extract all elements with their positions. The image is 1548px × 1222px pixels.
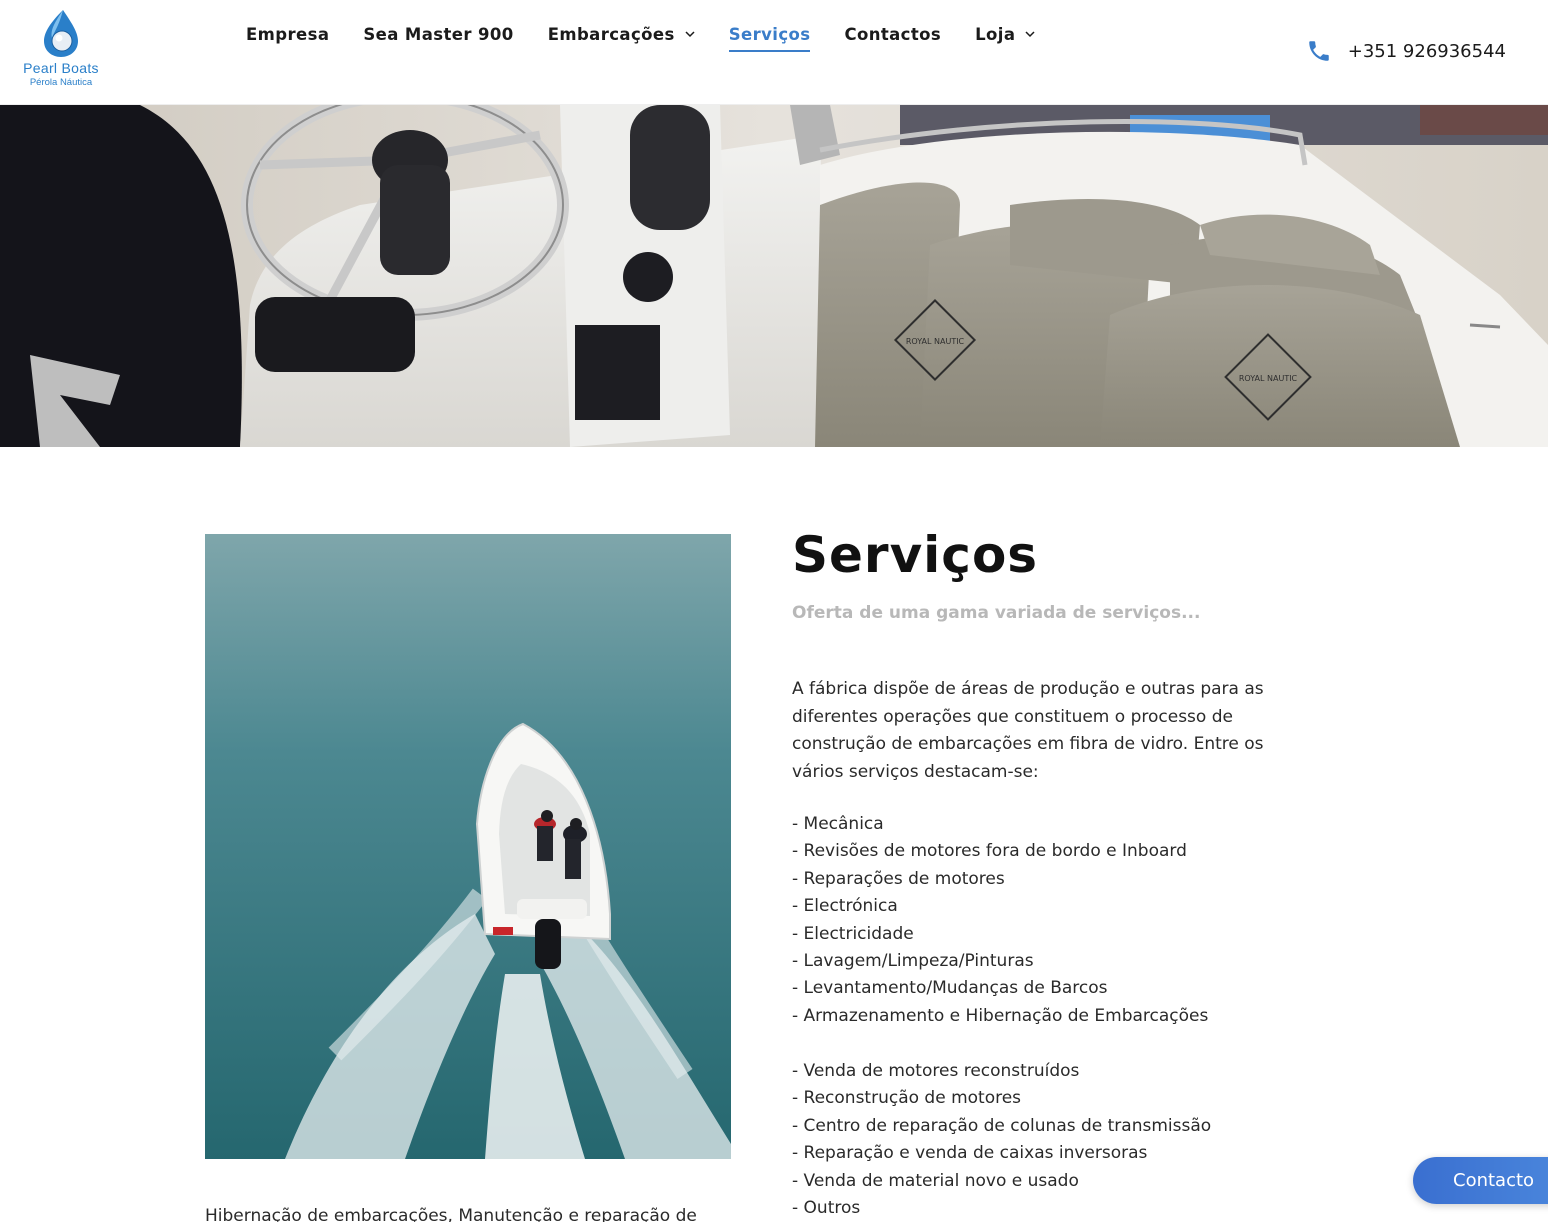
list-item: - Venda de material novo e usado (792, 1170, 1079, 1191)
list-item: - Venda de motores reconstruídos (792, 1061, 1080, 1081)
site-header: Pearl Boats Pérola Náutica Empresa Sea M… (0, 0, 1548, 105)
image-caption-text: Hibernação de embarcações, Manutenção e … (205, 1206, 697, 1222)
nav-item-loja[interactable]: Loja (975, 20, 1035, 48)
nav-item-label: Empresa (246, 24, 330, 44)
nav-item-label: Contactos (844, 24, 942, 44)
services-list-secondary: - Venda de motores reconstruídos - Recon… (792, 1058, 1211, 1222)
pearl-drop-icon (44, 10, 78, 57)
chevron-down-icon (685, 31, 695, 38)
main-nav: Empresa Sea Master 900 Embarcações Servi… (246, 20, 1069, 52)
list-item: - Mecânica (792, 814, 884, 834)
intro-paragraph: A fábrica dispõe de áreas de produção e … (792, 679, 1264, 782)
list-item: - Electricidade (792, 923, 914, 944)
list-item: - Reparação e venda de caixas inversoras (792, 1143, 1148, 1164)
logo-name: Pearl Boats (23, 60, 99, 76)
contact-button[interactable]: Contacto (1413, 1157, 1548, 1204)
nav-item-servicos[interactable]: Serviços (728, 20, 811, 52)
logo-tagline: Pérola Náutica (29, 77, 93, 88)
page-subtitle: Oferta de uma gama variada de serviços..… (792, 603, 1201, 623)
hero-boat-image: ROYAL NAUTIC ROYAL NAUTIC (0, 105, 1548, 447)
seat-logo-text: ROYAL NAUTIC (906, 337, 965, 346)
list-item: - Revisões de motores fora de bordo e In… (792, 841, 1187, 862)
page-title: Serviços (792, 526, 1039, 584)
nav-item-label: Serviços (728, 24, 811, 44)
list-item: - Levantamento/Mudanças de Barcos (792, 978, 1108, 999)
chevron-down-icon (1025, 31, 1035, 38)
list-item: - Armazenamento e Hibernação de Embarcaç… (792, 1005, 1209, 1026)
list-item: - Reparações de motores (792, 868, 1005, 889)
hero-banner: ROYAL NAUTIC ROYAL NAUTIC (0, 105, 1548, 447)
site-logo[interactable]: Pearl Boats Pérola Náutica (18, 8, 104, 92)
contact-button-label: Contacto (1453, 1170, 1535, 1191)
aerial-boat-image (205, 534, 731, 1159)
list-item: - Outros (792, 1198, 861, 1219)
list-item: - Reconstrução de motores (792, 1088, 1022, 1109)
nav-item-empresa[interactable]: Empresa (246, 20, 329, 48)
services-list-primary: - Mecânica - Revisões de motores fora de… (792, 811, 1208, 1030)
nav-item-label: Sea Master 900 (363, 24, 514, 44)
phone-number: +351 926936544 (1347, 40, 1506, 62)
list-item: - Electrónica (792, 896, 898, 917)
header-phone[interactable]: +351 926936544 (1306, 38, 1506, 64)
list-item: - Centro de reparação de colunas de tran… (792, 1115, 1212, 1136)
nav-item-sea-master-900[interactable]: Sea Master 900 (363, 20, 513, 48)
phone-icon (1309, 41, 1329, 61)
nav-item-contactos[interactable]: Contactos (844, 20, 941, 48)
seat-logo-text: ROYAL NAUTIC (1239, 374, 1298, 383)
nav-item-label: Embarcações (547, 24, 675, 44)
nav-item-label: Loja (975, 24, 1016, 44)
list-item: - Lavagem/Limpeza/Pinturas (792, 951, 1034, 972)
nav-item-embarcacoes[interactable]: Embarcações (548, 20, 695, 48)
